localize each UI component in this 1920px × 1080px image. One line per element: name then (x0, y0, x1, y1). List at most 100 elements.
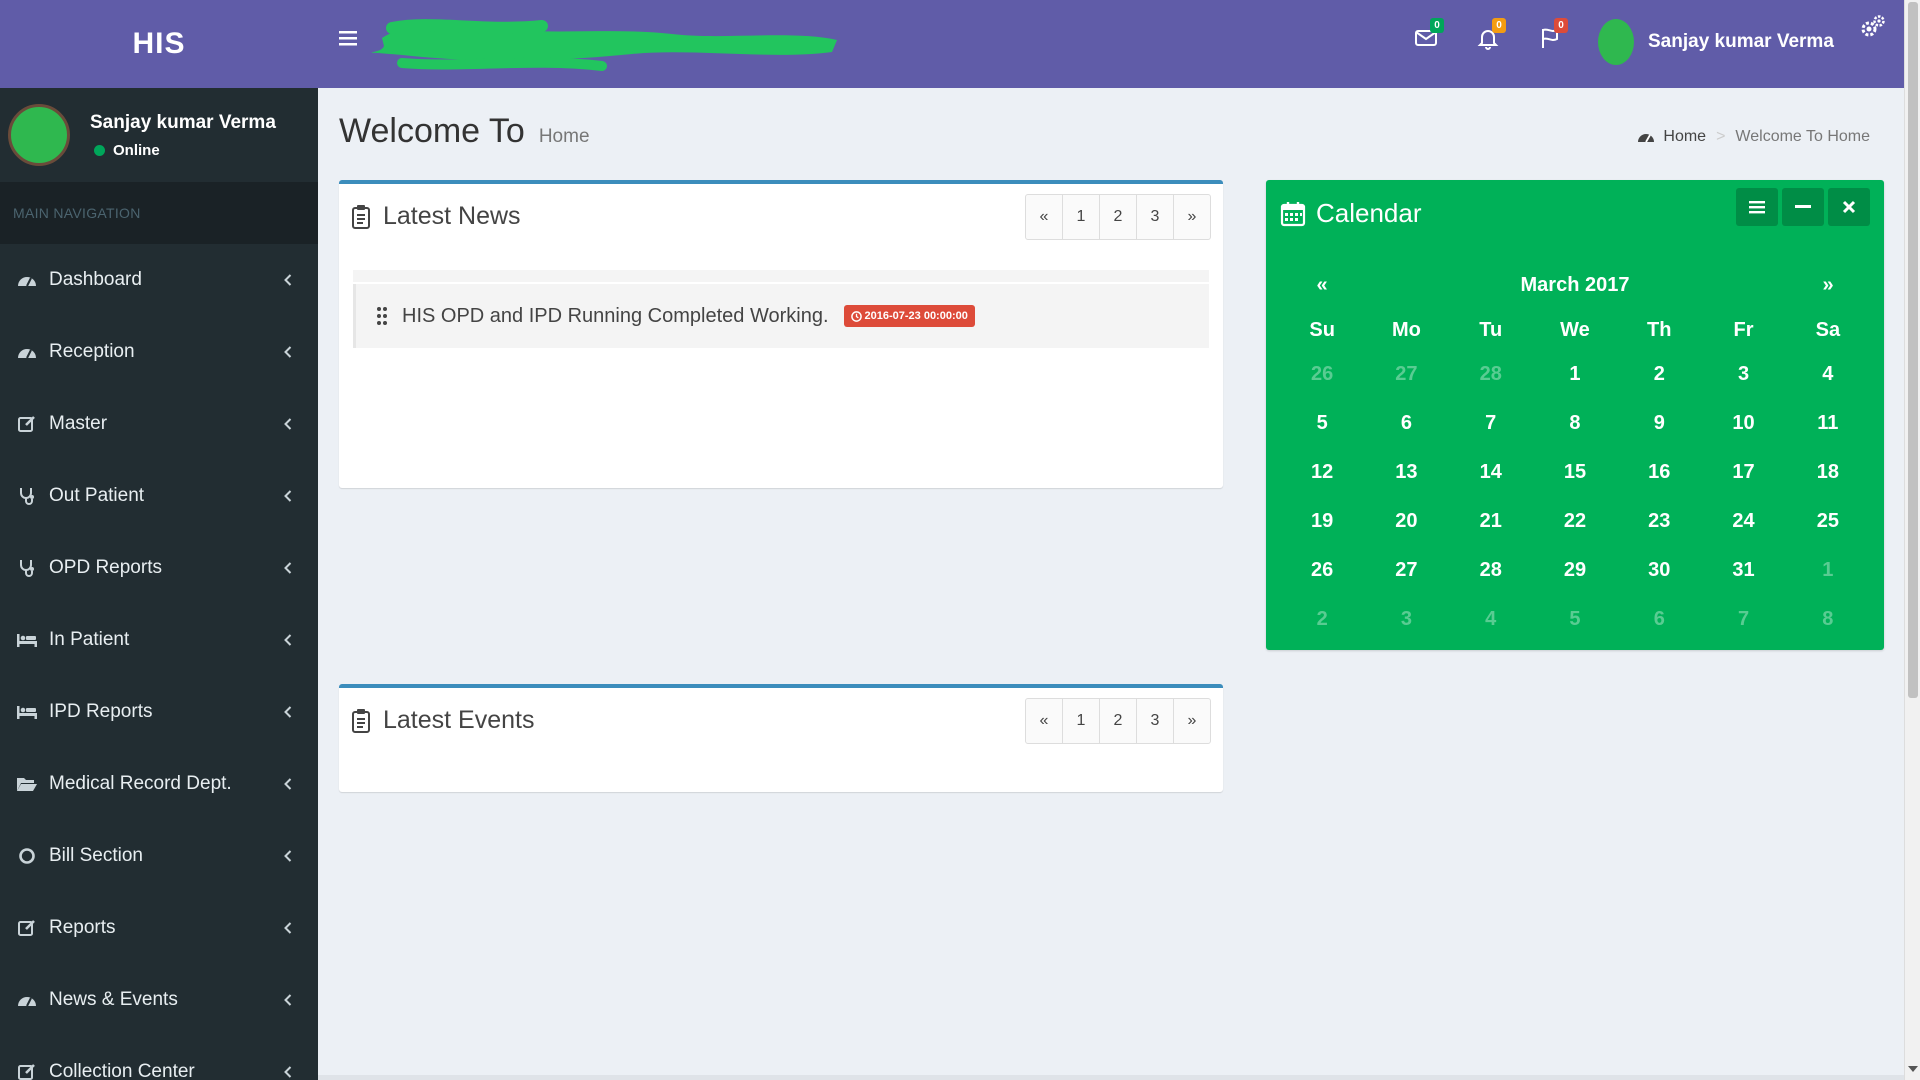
calendar-day[interactable]: 13 (1364, 448, 1448, 497)
calendar-day[interactable]: 6 (1364, 399, 1448, 448)
news-item[interactable]: HIS OPD and IPD Running Completed Workin… (353, 284, 1209, 348)
calendar-day[interactable]: 16 (1617, 448, 1701, 497)
user-menu[interactable]: Sanjay kumar Verma (1598, 12, 1834, 72)
sidebar-item-medical-record-dept[interactable]: Medical Record Dept. (0, 748, 318, 820)
sidebar: HIS Sanjay kumar Verma Online MAIN NAVIG… (0, 0, 318, 1080)
pagination-item[interactable]: 2 (1099, 194, 1137, 240)
calendar-day[interactable]: 10 (1701, 399, 1785, 448)
breadcrumb: Home > Welcome To Home (1637, 128, 1870, 146)
sidebar-item-label: News & Events (49, 989, 178, 1010)
chevron-left-icon (284, 918, 292, 940)
sidebar-item-label: Reports (49, 917, 116, 938)
calendar-day[interactable]: 31 (1701, 546, 1785, 595)
calendar-remove-button[interactable] (1828, 188, 1870, 226)
dashboard-icon (15, 989, 39, 1011)
drag-handle-icon[interactable] (376, 306, 388, 326)
calendar-day[interactable]: 5 (1280, 399, 1364, 448)
calendar-day[interactable]: 20 (1364, 497, 1448, 546)
calendar-day[interactable]: 28 (1449, 350, 1533, 399)
calendar-day[interactable]: 26 (1280, 350, 1364, 399)
scrollbar-thumb[interactable] (1908, 2, 1918, 698)
calendar-prev-button[interactable]: « (1280, 274, 1364, 297)
notifications-button[interactable]: 0 (1468, 14, 1508, 58)
pagination-item[interactable]: « (1025, 194, 1063, 240)
calendar-day[interactable]: 21 (1449, 497, 1533, 546)
minus-icon (1795, 205, 1811, 208)
sidebar-item-opd-reports[interactable]: OPD Reports (0, 532, 318, 604)
calendar-collapse-button[interactable] (1782, 188, 1824, 226)
messages-button[interactable]: 0 (1406, 14, 1446, 58)
calendar-day[interactable]: 1 (1533, 350, 1617, 399)
pagination-item[interactable]: 3 (1136, 698, 1174, 744)
dashboard-icon (15, 341, 39, 363)
calendar-day[interactable]: 3 (1701, 350, 1785, 399)
pagination-item[interactable]: 3 (1136, 194, 1174, 240)
calendar-day[interactable]: 9 (1617, 399, 1701, 448)
calendar-month-label[interactable]: March 2017 (1364, 274, 1786, 297)
pagination-item[interactable]: « (1025, 698, 1063, 744)
pagination-item[interactable]: » (1173, 194, 1211, 240)
news-list-spacer (353, 270, 1209, 282)
calendar-day[interactable]: 1 (1786, 546, 1870, 595)
calendar-day[interactable]: 3 (1364, 595, 1448, 644)
calendar-day[interactable]: 2 (1280, 595, 1364, 644)
calendar-day[interactable]: 8 (1786, 595, 1870, 644)
calendar-day[interactable]: 28 (1449, 546, 1533, 595)
calendar-day[interactable]: 26 (1280, 546, 1364, 595)
sidebar-item-label: Dashboard (49, 269, 142, 290)
sidebar-item-collection-center[interactable]: Collection Center (0, 1036, 318, 1080)
tasks-button[interactable]: 0 (1530, 14, 1570, 58)
control-sidebar-gears-icon[interactable] (1860, 14, 1890, 44)
calendar-day[interactable]: 4 (1786, 350, 1870, 399)
calendar-menu-button[interactable] (1736, 188, 1778, 226)
sidebar-menu: Dashboard Reception Master Out Patient OPD R… (0, 244, 318, 1080)
pagination-item[interactable]: 1 (1062, 194, 1100, 240)
calendar-day[interactable]: 19 (1280, 497, 1364, 546)
calendar-day[interactable]: 30 (1617, 546, 1701, 595)
calendar-day[interactable]: 5 (1533, 595, 1617, 644)
calendar-day[interactable]: 4 (1449, 595, 1533, 644)
pagination-item[interactable]: » (1173, 698, 1211, 744)
calendar-day[interactable]: 17 (1701, 448, 1785, 497)
calendar-day[interactable]: 18 (1786, 448, 1870, 497)
calendar-day[interactable]: 2 (1617, 350, 1701, 399)
calendar-month-nav: « March 2017 » (1280, 270, 1870, 300)
calendar-day[interactable]: 25 (1786, 497, 1870, 546)
sidebar-item-out-patient[interactable]: Out Patient (0, 460, 318, 532)
page-scrollbar[interactable] (1904, 0, 1920, 1080)
calendar-day[interactable]: 27 (1364, 546, 1448, 595)
calendar-next-button[interactable]: » (1786, 274, 1870, 297)
app-logo[interactable]: HIS (0, 0, 318, 88)
calendar-week-row: 2345678 (1280, 595, 1870, 644)
user-status-label: Online (113, 141, 160, 159)
dashboard-icon (15, 269, 39, 291)
sidebar-item-bill-section[interactable]: Bill Section (0, 820, 318, 892)
calendar-day[interactable]: 11 (1786, 399, 1870, 448)
calendar-day[interactable]: 29 (1533, 546, 1617, 595)
breadcrumb-current: Welcome To Home (1735, 128, 1870, 145)
breadcrumb-home-label: Home (1663, 128, 1707, 145)
sidebar-item-reception[interactable]: Reception (0, 316, 318, 388)
calendar-day[interactable]: 23 (1617, 497, 1701, 546)
pagination-item[interactable]: 2 (1099, 698, 1137, 744)
sidebar-item-dashboard[interactable]: Dashboard (0, 244, 318, 316)
calendar-day[interactable]: 15 (1533, 448, 1617, 497)
calendar-day[interactable]: 6 (1617, 595, 1701, 644)
sidebar-toggle-icon[interactable] (338, 28, 364, 58)
scrollbar-down-arrow-icon[interactable] (1908, 1066, 1918, 1072)
calendar-day[interactable]: 14 (1449, 448, 1533, 497)
calendar-day[interactable]: 7 (1701, 595, 1785, 644)
breadcrumb-home[interactable]: Home (1637, 128, 1706, 146)
calendar-day[interactable]: 24 (1701, 497, 1785, 546)
sidebar-item-reports[interactable]: Reports (0, 892, 318, 964)
pagination-item[interactable]: 1 (1062, 698, 1100, 744)
sidebar-item-news-events[interactable]: News & Events (0, 964, 318, 1036)
calendar-day[interactable]: 27 (1364, 350, 1448, 399)
calendar-day[interactable]: 7 (1449, 399, 1533, 448)
calendar-day[interactable]: 12 (1280, 448, 1364, 497)
sidebar-item-ipd-reports[interactable]: IPD Reports (0, 676, 318, 748)
calendar-day[interactable]: 8 (1533, 399, 1617, 448)
sidebar-item-master[interactable]: Master (0, 388, 318, 460)
sidebar-item-in-patient[interactable]: In Patient (0, 604, 318, 676)
calendar-day[interactable]: 22 (1533, 497, 1617, 546)
